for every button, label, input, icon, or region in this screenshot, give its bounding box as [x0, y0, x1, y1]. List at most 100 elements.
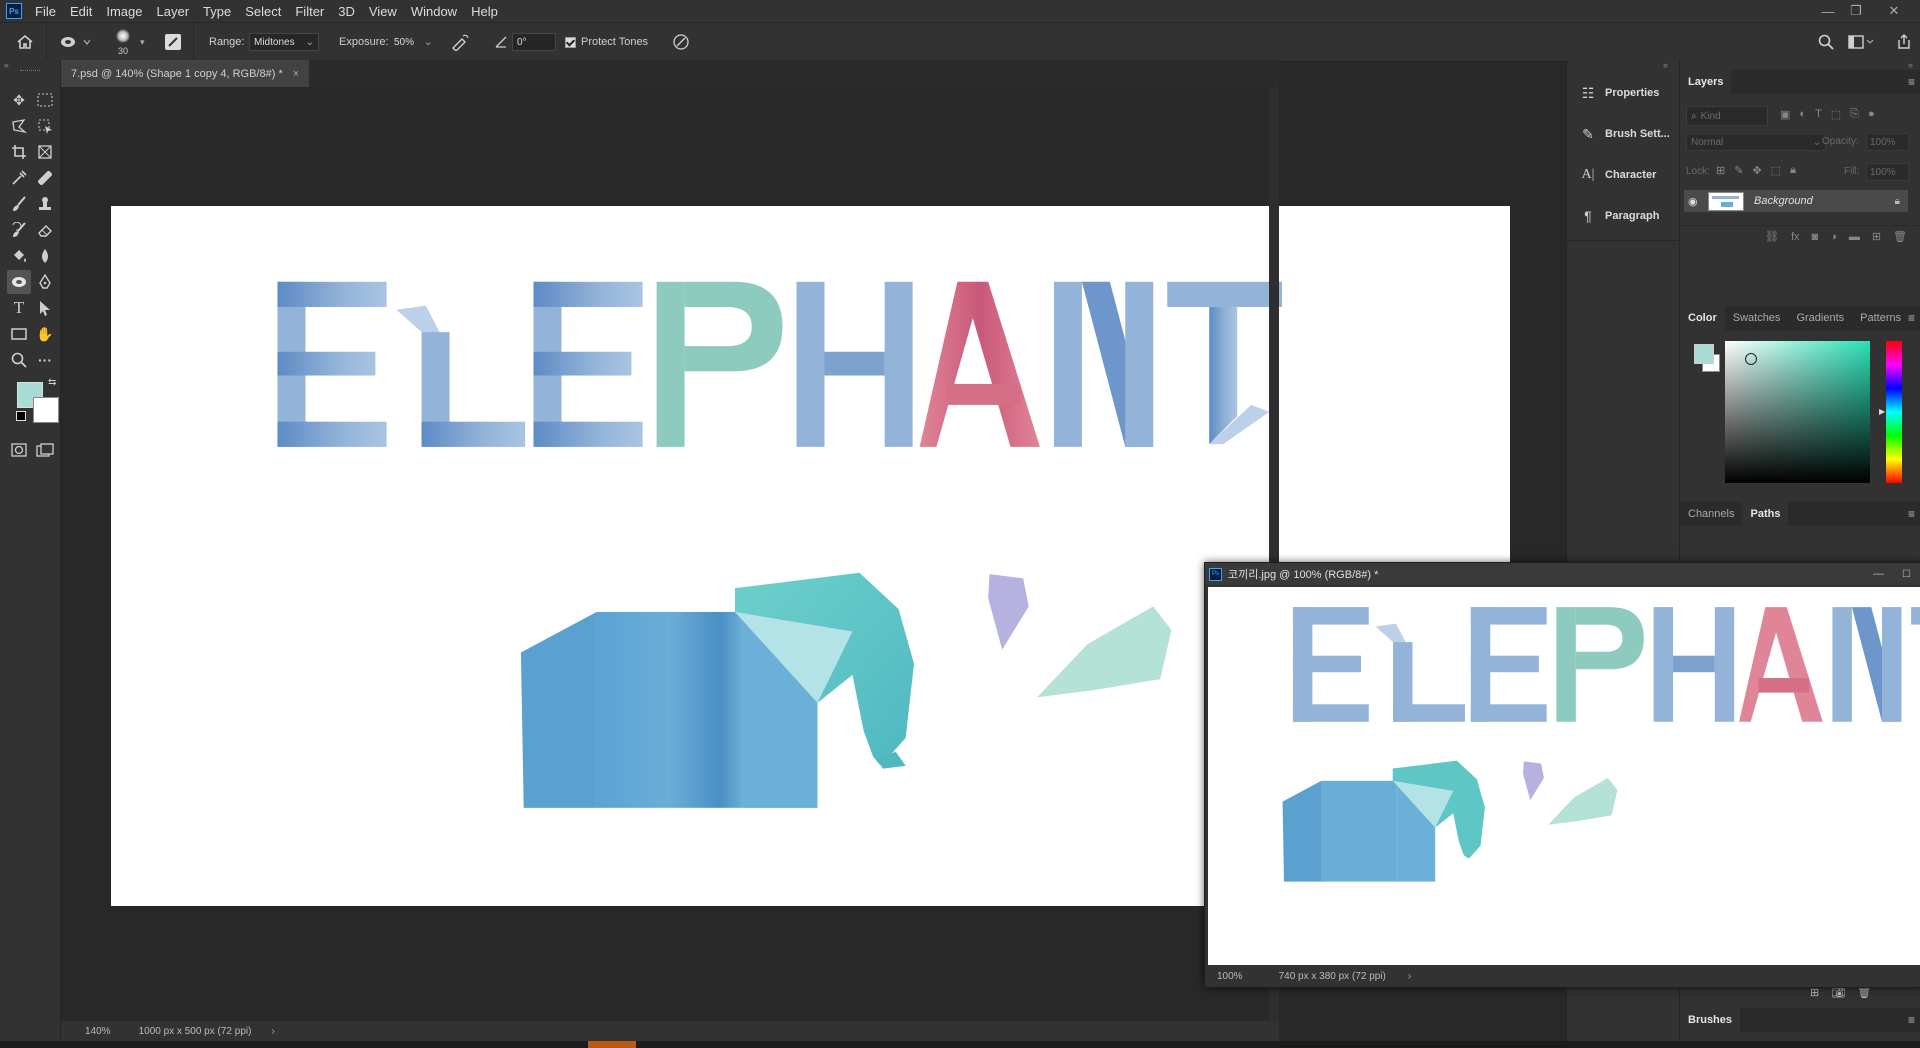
- object-selection-tool-icon[interactable]: [33, 114, 57, 138]
- color-picker-cursor[interactable]: [1745, 353, 1757, 365]
- close-window-button[interactable]: ✕: [1880, 0, 1908, 22]
- collapse-dock-icon[interactable]: «: [1663, 60, 1668, 70]
- restore-window-button[interactable]: ❐: [1842, 0, 1870, 22]
- tab-brushes[interactable]: Brushes: [1680, 1008, 1741, 1032]
- menu-window[interactable]: Window: [404, 4, 464, 19]
- new-group-icon[interactable]: ▬: [1849, 231, 1860, 243]
- sponge-tool-preset-icon[interactable]: [60, 23, 90, 61]
- brush-settings-panel-button[interactable]: ✎ Brush Sett...: [1567, 115, 1679, 153]
- rectangle-tool-icon[interactable]: [7, 322, 31, 346]
- collapse-toolbar-icon[interactable]: «: [4, 60, 9, 70]
- type-tool-icon[interactable]: T: [7, 296, 31, 320]
- zoom-tool-icon[interactable]: [7, 348, 31, 372]
- angle-input[interactable]: 0°: [512, 33, 556, 51]
- tab-channels[interactable]: Channels: [1680, 502, 1742, 526]
- taskbar-active-app[interactable]: [588, 1041, 636, 1048]
- opacity-input[interactable]: 100%: [1866, 133, 1909, 151]
- menu-help[interactable]: Help: [464, 4, 505, 19]
- hue-slider-handle[interactable]: ▶: [1879, 407, 1885, 416]
- delete-layer-icon[interactable]: 🗑︎: [1893, 230, 1907, 243]
- layer-mask-icon[interactable]: ◙: [1812, 231, 1819, 243]
- status-menu-chevron-icon[interactable]: ›: [271, 1026, 274, 1037]
- menu-file[interactable]: File: [28, 4, 63, 19]
- shape-layer-filter-icon[interactable]: ⬚: [1831, 108, 1841, 121]
- clone-stamp-tool-icon[interactable]: [33, 192, 57, 216]
- menu-layer[interactable]: Layer: [150, 4, 197, 19]
- history-brush-tool-icon[interactable]: [7, 218, 31, 242]
- more-tools-icon[interactable]: ···: [33, 348, 57, 372]
- new-layer-icon[interactable]: ⊞: [1872, 230, 1881, 243]
- menu-select[interactable]: Select: [238, 4, 288, 19]
- toolbar-grip[interactable]: [20, 70, 40, 73]
- floating-canvas[interactable]: [1208, 587, 1920, 965]
- quick-mask-icon[interactable]: [7, 438, 31, 462]
- character-panel-button[interactable]: A| Character: [1567, 156, 1679, 194]
- pressure-size-icon[interactable]: [672, 23, 690, 61]
- paths-panel-menu-icon[interactable]: ≡: [1908, 507, 1915, 521]
- layer-row[interactable]: ◉ Background 🔒︎: [1684, 190, 1908, 212]
- smart-object-filter-icon[interactable]: ⎘: [1850, 108, 1859, 121]
- canvas-area[interactable]: [61, 87, 1510, 1021]
- brush-preset-picker[interactable]: 30: [112, 26, 134, 60]
- lasso-tool-icon[interactable]: [7, 114, 31, 138]
- floating-document-window[interactable]: Ps 코끼리.jpg @ 100% (RGB/8#) * — ☐ 100% 74…: [1204, 562, 1920, 988]
- expand-dock-icon[interactable]: »: [1908, 60, 1913, 70]
- exposure-input[interactable]: 50%: [389, 33, 429, 51]
- adjustment-layer-icon[interactable]: ◑: [1830, 231, 1837, 243]
- layer-name[interactable]: Background: [1754, 195, 1813, 207]
- layer-filter-kind[interactable]: ⌕ Kind: [1686, 106, 1768, 126]
- zoom-level[interactable]: 140%: [85, 1026, 111, 1037]
- type-layer-filter-icon[interactable]: T: [1815, 108, 1822, 121]
- close-tab-icon[interactable]: ×: [293, 68, 299, 80]
- minimize-float-icon[interactable]: —: [1873, 568, 1884, 580]
- properties-panel-button[interactable]: ☷ Properties: [1567, 74, 1679, 112]
- brush-settings-toggle-icon[interactable]: [165, 34, 181, 50]
- lock-image-icon[interactable]: ✎: [1734, 164, 1743, 177]
- tab-layers[interactable]: Layers: [1680, 70, 1732, 94]
- hand-tool-icon[interactable]: ✋: [33, 322, 57, 346]
- lock-transparent-icon[interactable]: ⊞: [1716, 164, 1725, 177]
- maximize-float-icon[interactable]: ☐: [1902, 569, 1911, 580]
- paragraph-panel-button[interactable]: ¶ Paragraph: [1567, 197, 1679, 235]
- color-panel-menu-icon[interactable]: ≡: [1908, 311, 1915, 325]
- menu-edit[interactable]: Edit: [63, 4, 99, 19]
- eraser-tool-icon[interactable]: [33, 218, 57, 242]
- fill-input[interactable]: 100%: [1866, 163, 1909, 181]
- lock-artboard-icon[interactable]: ⬚: [1771, 164, 1781, 177]
- exposure-dropdown-icon[interactable]: ⌄: [424, 23, 432, 61]
- filter-toggle-icon[interactable]: ●: [1868, 108, 1875, 121]
- swap-colors-icon[interactable]: ⇆: [48, 377, 56, 388]
- chevron-down-icon[interactable]: ▾: [140, 23, 145, 61]
- eye-icon[interactable]: ◉: [1688, 195, 1706, 208]
- menu-filter[interactable]: Filter: [288, 4, 331, 19]
- minimize-window-button[interactable]: —: [1814, 0, 1842, 22]
- link-layers-icon[interactable]: ⛓: [1765, 230, 1779, 243]
- floating-window-titlebar[interactable]: Ps 코끼리.jpg @ 100% (RGB/8#) * — ☐: [1205, 563, 1920, 585]
- lock-all-icon[interactable]: 🔒︎: [1790, 164, 1796, 177]
- path-selection-tool-icon[interactable]: [33, 296, 57, 320]
- color-saturation-field[interactable]: [1725, 341, 1870, 483]
- pen-tool-icon[interactable]: [33, 270, 57, 294]
- brushes-panel-menu-icon[interactable]: ≡: [1908, 1013, 1915, 1027]
- airbrush-icon[interactable]: [450, 23, 470, 61]
- tab-color[interactable]: Color: [1680, 306, 1725, 330]
- tab-paths[interactable]: Paths: [1742, 502, 1789, 526]
- layers-panel-menu-icon[interactable]: ≡: [1908, 75, 1915, 89]
- background-color-swatch[interactable]: [33, 397, 59, 423]
- eyedropper-tool-icon[interactable]: [7, 166, 31, 190]
- paint-bucket-tool-icon[interactable]: [7, 244, 31, 268]
- healing-brush-tool-icon[interactable]: [33, 166, 57, 190]
- menu-3d[interactable]: 3D: [331, 4, 362, 19]
- menu-view[interactable]: View: [362, 4, 404, 19]
- float-zoom-level[interactable]: 100%: [1217, 971, 1243, 982]
- layer-style-icon[interactable]: fx: [1791, 231, 1800, 243]
- search-icon[interactable]: [1818, 23, 1834, 61]
- float-status-chevron-icon[interactable]: ›: [1408, 971, 1411, 982]
- layer-lock-icon[interactable]: 🔒︎: [1895, 196, 1900, 207]
- frame-tool-icon[interactable]: [33, 140, 57, 164]
- home-icon[interactable]: [16, 23, 34, 61]
- adjustment-layer-filter-icon[interactable]: ◐: [1799, 108, 1806, 121]
- default-colors-icon[interactable]: [16, 411, 26, 421]
- protect-tones-option[interactable]: Protect Tones: [565, 23, 648, 61]
- foreground-color-chip[interactable]: [1694, 344, 1714, 364]
